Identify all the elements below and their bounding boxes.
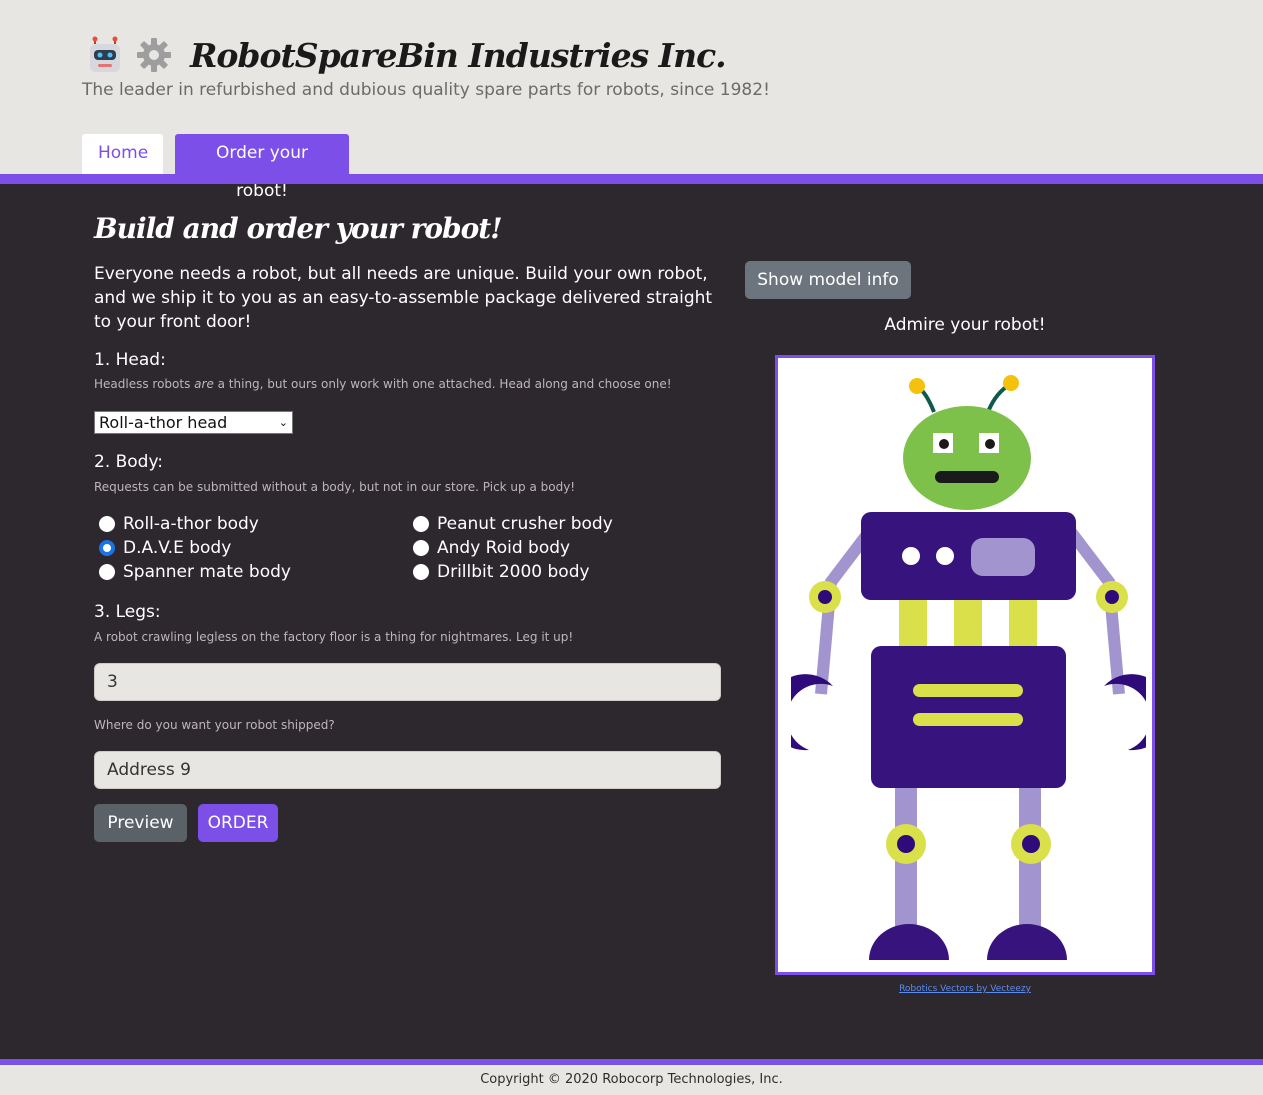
radio-label: Drillbit 2000 body [437,562,590,582]
site-footer: Copyright © 2020 Robocorp Technologies, … [0,1065,1263,1095]
robot-preview-frame [767,355,1170,975]
address-input[interactable]: Address 9 [94,751,721,789]
body-hint: Requests can be submitted without a body… [94,480,576,494]
radio-andy-roid-body[interactable]: Andy Roid body [413,538,570,558]
radio-drillbit-2000-body[interactable]: Drillbit 2000 body [413,562,590,582]
tab-home[interactable]: Home [82,134,163,174]
radio-spanner-mate-body[interactable]: Spanner mate body [99,562,291,582]
tab-order-your-robot[interactable]: Order your robot! [175,134,349,201]
legs-section-label: 3. Legs: [94,602,161,622]
radio-peanut-crusher-body[interactable]: Peanut crusher body [413,514,613,534]
brand: RobotSpareBin Industries Inc. [86,30,727,80]
head-hint: Headless robots are a thing, but ours on… [94,377,672,391]
site-title: RobotSpareBin Industries Inc. [190,35,727,75]
chevron-down-icon: ⌄ [278,416,288,429]
robot-preview-caption: Admire your robot! [884,315,1046,335]
robot-face-icon [90,36,120,72]
radio-label: Spanner mate body [123,562,291,582]
radio-label: Peanut crusher body [437,514,613,534]
robot-preview-image [767,374,1170,960]
head-select[interactable]: Roll-a-thor head ⌄ [94,411,293,434]
intro-text: Everyone needs a robot, but all needs ar… [94,264,713,332]
image-credit-link[interactable]: Robotics Vectors by Vecteezy [775,984,1155,994]
legs-hint: A robot crawling legless on the factory … [94,630,574,644]
radio-roll-a-thor-body[interactable]: Roll-a-thor body [99,514,259,534]
radio-button[interactable] [413,540,429,556]
page-title: Build and order your robot! [94,212,502,245]
legs-input[interactable]: 3 [94,663,721,701]
site-tagline: The leader in refurbished and dubious qu… [82,80,770,100]
header-divider [0,174,1263,184]
order-button[interactable]: ORDER [198,804,278,842]
radio-button-checked[interactable] [99,540,115,556]
body-section-label: 2. Body: [94,452,164,472]
radio-button[interactable] [413,564,429,580]
radio-button[interactable] [99,564,115,580]
head-section-label: 1. Head: [94,350,166,370]
radio-button[interactable] [99,516,115,532]
radio-label: Andy Roid body [437,538,571,558]
address-hint: Where do you want your robot shipped? [94,718,335,732]
show-model-info-button[interactable]: Show model info [745,261,911,299]
radio-dave-body[interactable]: D.A.V.E body [99,538,231,558]
site-header: RobotSpareBin Industries Inc. The leader… [0,0,1263,201]
radio-button[interactable] [413,516,429,532]
radio-label: Roll-a-thor body [123,514,259,534]
head-select-value: Roll-a-thor head [99,413,228,432]
robot-illustration [767,375,1170,960]
gear-icon [137,38,171,72]
preview-button[interactable]: Preview [94,804,187,842]
radio-label: D.A.V.E body [123,538,232,558]
